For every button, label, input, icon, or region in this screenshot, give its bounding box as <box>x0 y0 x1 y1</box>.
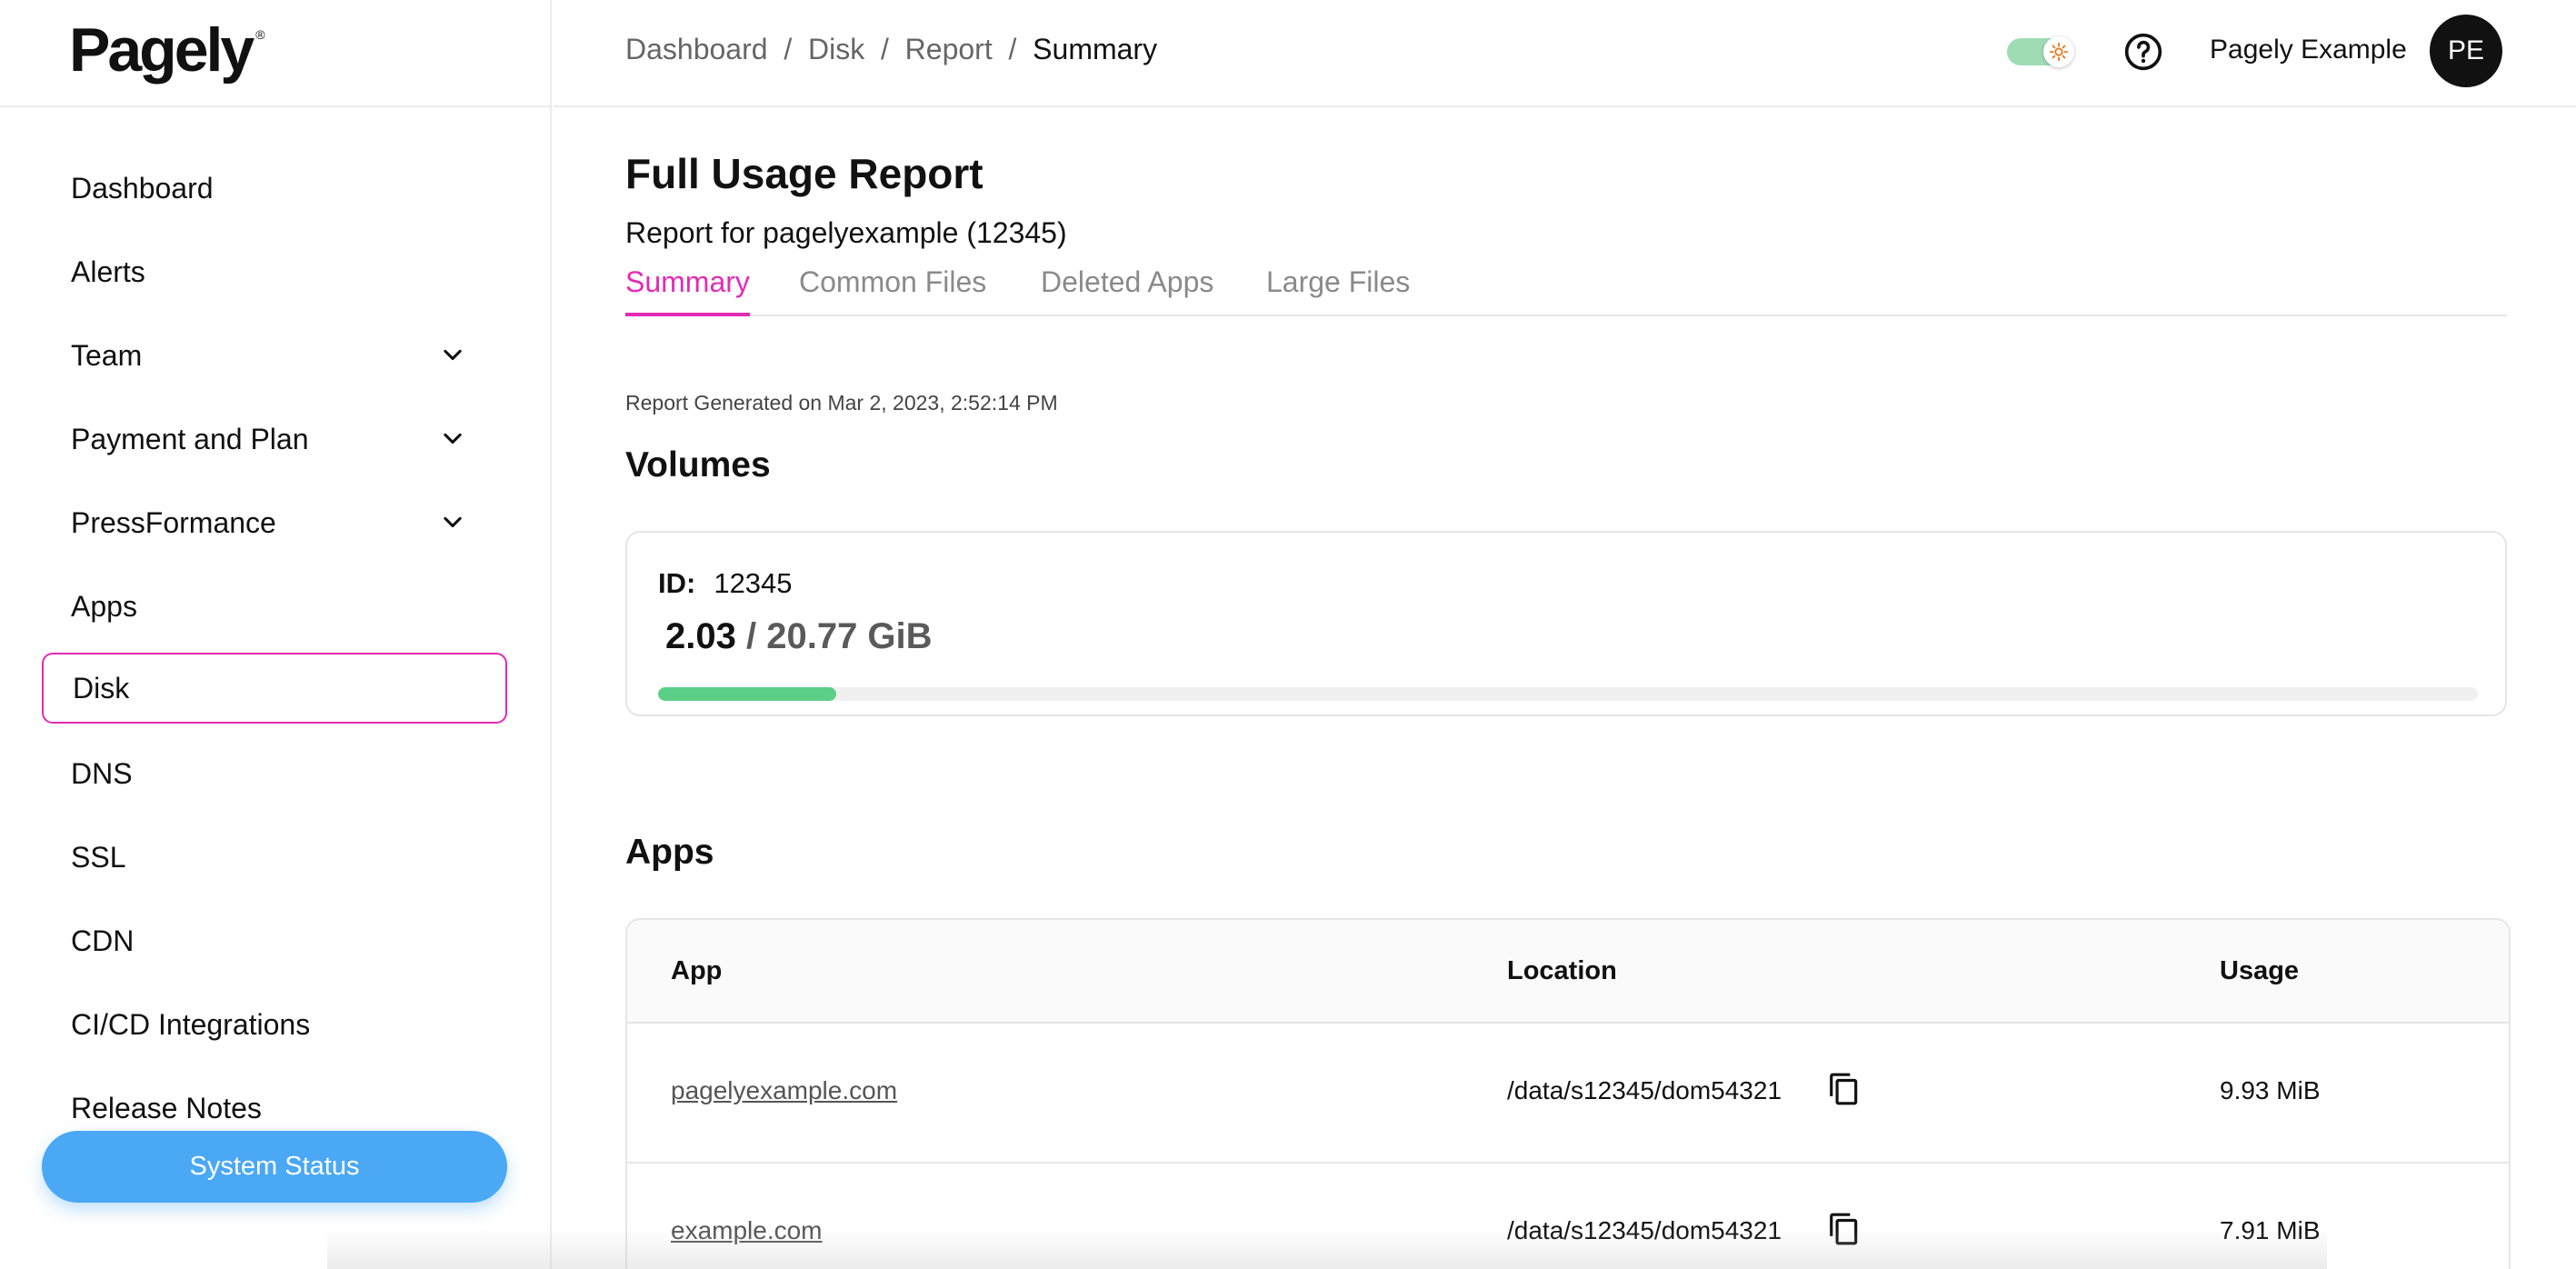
sidebar-item-label: Apps <box>71 589 137 623</box>
volume-usage-progress-bar <box>658 687 2478 701</box>
volumes-heading: Volumes <box>625 445 771 485</box>
volume-usage: 2.03 / 20.77 GiB <box>665 616 933 657</box>
pagely-logo[interactable]: Pagely ® <box>69 15 265 85</box>
sidebar-item-pressformance[interactable]: PressFormance <box>42 487 507 558</box>
help-circle-icon[interactable] <box>2123 32 2163 72</box>
breadcrumb-separator <box>768 33 784 66</box>
apps-heading: Apps <box>625 833 714 872</box>
tab-large-files[interactable]: Large Files <box>1266 265 1410 316</box>
tab-summary[interactable]: Summary <box>625 265 750 316</box>
table-row: example.com /data/s12345/dom54321 7.91 M… <box>627 1164 2509 1269</box>
registered-mark: ® <box>255 27 265 42</box>
report-generated-timestamp: Report Generated on Mar 2, 2023, 2:52:14… <box>625 391 1058 415</box>
breadcrumb-separator <box>864 33 881 66</box>
sidebar-item-team[interactable]: Team <box>42 320 507 391</box>
volume-total: / 20.77 GiB <box>745 616 933 656</box>
chevron-down-icon[interactable] <box>440 510 465 535</box>
logo-area: Pagely ® <box>0 0 550 107</box>
app-location: /data/s12345/dom54321 <box>1507 1076 1782 1104</box>
theme-toggle[interactable] <box>2007 36 2074 67</box>
avatar[interactable]: PE <box>2430 15 2502 87</box>
breadcrumb-separator: / <box>784 33 793 65</box>
app-link[interactable]: example.com <box>671 1216 823 1245</box>
sidebar-item-dashboard[interactable]: Dashboard <box>42 153 507 224</box>
breadcrumb-dashboard[interactable]: Dashboard <box>625 33 768 66</box>
sidebar-item-label: PressFormance <box>71 505 276 539</box>
sidebar-item-ci-cd-integrations[interactable]: CI/CD Integrations <box>42 989 507 1060</box>
breadcrumb-separator <box>889 33 905 66</box>
sidebar-item-apps[interactable]: Apps <box>42 571 507 642</box>
volume-id-value: 12345 <box>714 567 793 599</box>
breadcrumb-separator: / <box>881 33 889 65</box>
report-tabs: Summary Common Files Deleted Apps Large … <box>625 265 2507 316</box>
volume-card: ID: 12345 2.03 / 20.77 GiB <box>625 531 2507 716</box>
sidebar-item-label: DNS <box>71 756 133 790</box>
chevron-down-icon[interactable] <box>440 426 465 452</box>
sidebar-item-label: Team <box>71 338 143 372</box>
sidebar-item-label: Dashboard <box>71 171 214 205</box>
breadcrumb-separator <box>993 33 1009 66</box>
column-header-usage[interactable]: Usage <box>2220 956 2299 986</box>
copy-icon[interactable] <box>1827 1211 1862 1247</box>
report-subtitle: Report for pagelyexample (12345) <box>625 216 1067 249</box>
app-link[interactable]: pagelyexample.com <box>671 1076 897 1105</box>
app-usage: 9.93 MiB <box>2220 1076 2321 1104</box>
user-name[interactable]: Pagely Example <box>2210 35 2407 65</box>
sidebar-item-cdn[interactable]: CDN <box>42 905 507 976</box>
breadcrumb-separator: / <box>1008 33 1017 65</box>
breadcrumb-separator <box>792 33 808 66</box>
tab-common-files[interactable]: Common Files <box>799 265 986 316</box>
sidebar-item-label: SSL <box>71 840 126 874</box>
sidebar-item-label: Release Notes <box>71 1091 262 1124</box>
app-location: /data/s12345/dom54321 <box>1507 1216 1782 1244</box>
sidebar-item-label: CDN <box>71 924 135 957</box>
system-status-button[interactable]: System Status <box>42 1131 507 1203</box>
breadcrumb-disk[interactable]: Disk <box>808 33 864 66</box>
sun-icon <box>2049 42 2069 62</box>
breadcrumb-report[interactable]: Report <box>905 33 993 66</box>
sidebar-item-label: Payment and Plan <box>71 422 309 455</box>
sidebar-item-payment-and-plan[interactable]: Payment and Plan <box>42 404 507 475</box>
volume-used: 2.03 <box>665 616 736 656</box>
sidebar-item-label: Disk <box>73 671 130 704</box>
breadcrumb-summary: Summary <box>1033 33 1158 65</box>
toggle-knob <box>2043 36 2074 67</box>
app-usage: 7.91 MiB <box>2220 1216 2321 1244</box>
progress-fill <box>658 687 836 701</box>
page-title: Full Usage Report <box>625 150 983 197</box>
breadcrumb: Dashboard / Disk / Report / Summary <box>625 33 1157 66</box>
table-row: pagelyexample.com /data/s12345/dom54321 … <box>627 1024 2509 1164</box>
sidebar-item-label: CI/CD Integrations <box>71 1007 311 1041</box>
volume-id-label: ID: <box>658 567 696 599</box>
column-header-location[interactable]: Location <box>1507 956 1617 986</box>
sidebar-item-ssl[interactable]: SSL <box>42 822 507 893</box>
sidebar-item-label: Alerts <box>71 255 145 288</box>
apps-table: App Location Usage pagelyexample.com /da… <box>625 918 2511 1269</box>
sidebar-item-dns[interactable]: DNS <box>42 738 507 809</box>
column-header-app[interactable]: App <box>671 956 722 986</box>
chevron-down-icon[interactable] <box>440 343 465 368</box>
sidebar-item-alerts[interactable]: Alerts <box>42 236 507 307</box>
table-header: App Location Usage <box>627 920 2509 1024</box>
volume-id: ID: 12345 <box>658 567 793 600</box>
top-header: Dashboard / Disk / Report / Summary Page… <box>554 0 2576 107</box>
sidebar-item-disk[interactable]: Disk <box>42 653 507 724</box>
logo-text: Pagely <box>69 15 255 85</box>
tab-deleted-apps[interactable]: Deleted Apps <box>1041 265 1213 316</box>
sidebar: Pagely ® Dashboard Alerts Team Payment an… <box>0 0 552 1269</box>
copy-icon[interactable] <box>1827 1071 1862 1107</box>
breadcrumb-separator <box>1016 33 1033 66</box>
